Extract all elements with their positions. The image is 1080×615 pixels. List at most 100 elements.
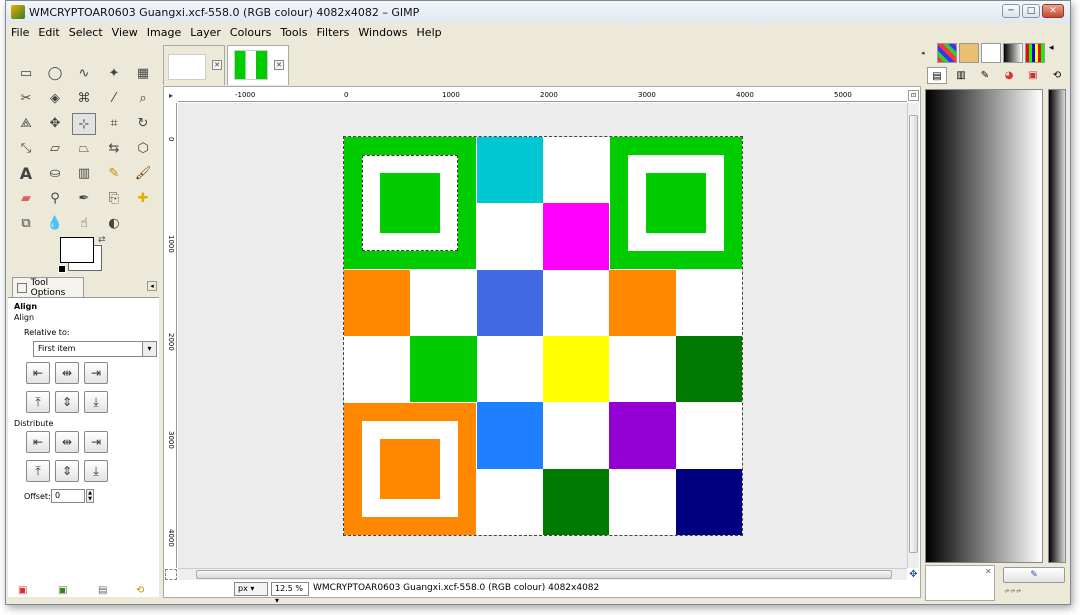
image-tab-1[interactable]: ✕: [163, 45, 225, 85]
ellipse-select-icon[interactable]: ◯: [43, 63, 67, 85]
horizontal-scrollbar[interactable]: [178, 568, 907, 580]
perspective-icon[interactable]: ⏢: [72, 138, 96, 160]
align-top-button[interactable]: ⤒: [26, 391, 50, 413]
smudge-icon[interactable]: ☝: [72, 213, 96, 235]
scissors-icon[interactable]: ✂: [14, 88, 38, 110]
shear-icon[interactable]: ▱: [43, 138, 67, 160]
distribute-center-button[interactable]: ⇹: [55, 431, 79, 453]
blend-icon[interactable]: ▥: [72, 163, 96, 185]
tab-pointer[interactable]: [981, 43, 1001, 63]
offset-stepper[interactable]: ▲ ▼: [86, 489, 94, 503]
scroll-thumb[interactable]: [909, 115, 918, 553]
crop-icon[interactable]: ⌗: [102, 113, 126, 135]
vertical-ruler[interactable]: 0 1000 2000 3000 4000: [165, 103, 177, 568]
select-by-color-icon[interactable]: ▦: [131, 63, 155, 85]
edit-brush-button[interactable]: ✎: [1003, 567, 1065, 583]
maximize-button[interactable]: □: [1022, 4, 1040, 18]
menu-edit[interactable]: Edit: [38, 26, 59, 39]
restore-options-icon[interactable]: ▣: [58, 585, 70, 597]
save-options-icon[interactable]: ▣: [18, 585, 30, 597]
canvas-area[interactable]: [178, 103, 907, 568]
default-colors-icon[interactable]: [58, 265, 66, 273]
flip-icon[interactable]: ⇆: [102, 138, 126, 160]
menu-filters[interactable]: Filters: [316, 26, 349, 39]
foreground-color-swatch[interactable]: [60, 237, 94, 263]
image-canvas[interactable]: [343, 136, 743, 536]
paintbrush-icon[interactable]: 🖌: [131, 163, 155, 185]
distribute-left-button[interactable]: ⇤: [26, 431, 50, 453]
tab-palettes[interactable]: [1025, 43, 1045, 63]
dock-menu-icon[interactable]: ◂: [147, 281, 157, 291]
layers-icon[interactable]: ▤: [927, 67, 947, 84]
colormap-icon[interactable]: ◕: [999, 67, 1019, 84]
text-tool-icon[interactable]: A: [14, 163, 38, 185]
horizontal-ruler[interactable]: -1000 0 1000 2000 3000 4000 5000: [178, 90, 907, 102]
measure-icon[interactable]: ⟁: [14, 113, 38, 135]
dock-scrollbar[interactable]: [1067, 89, 1070, 563]
zoom-select[interactable]: 12.5 % ▾: [271, 582, 309, 604]
menu-colours[interactable]: Colours: [230, 26, 271, 39]
free-select-icon[interactable]: ∿: [72, 63, 96, 85]
pencil-icon[interactable]: ✎: [102, 163, 126, 185]
chevron-down-icon[interactable]: ▾: [142, 342, 156, 356]
chevron-right-icon[interactable]: ▸: [165, 90, 177, 101]
align-center-button[interactable]: ⇹: [55, 362, 79, 384]
menu-file[interactable]: File: [11, 26, 29, 39]
tab-tool-options[interactable]: Tool Options: [12, 277, 84, 298]
bucket-fill-icon[interactable]: ⛀: [43, 163, 67, 185]
clone-icon[interactable]: ⎘: [102, 188, 126, 210]
image-tab-2[interactable]: ✕: [227, 45, 289, 85]
reset-options-icon[interactable]: ⟲: [136, 585, 148, 597]
align-bottom-button[interactable]: ⤓: [84, 391, 108, 413]
tab-brushes[interactable]: [959, 43, 979, 63]
channels-icon[interactable]: ▥: [951, 67, 971, 84]
close-icon[interactable]: ✕: [212, 60, 222, 70]
distribute-top-button[interactable]: ⤒: [26, 460, 50, 482]
eraser-icon[interactable]: ▰: [14, 188, 38, 210]
navigate-icon[interactable]: ✥: [908, 569, 919, 580]
align-left-button[interactable]: ⇤: [26, 362, 50, 384]
unit-select[interactable]: px ▾: [234, 582, 268, 596]
align-right-button[interactable]: ⇥: [84, 362, 108, 384]
rotate-icon[interactable]: ↻: [131, 113, 155, 135]
fg-bg-colors[interactable]: ⇄: [58, 235, 108, 275]
fuzzy-select-icon[interactable]: ✦: [102, 63, 126, 85]
menu-tools[interactable]: Tools: [280, 26, 307, 39]
tab-gradients[interactable]: [1003, 43, 1023, 63]
close-icon[interactable]: ✕: [985, 567, 992, 576]
offset-input[interactable]: 0: [51, 489, 85, 503]
perspective-clone-icon[interactable]: ⧉: [14, 213, 38, 235]
gradient-preview[interactable]: [925, 89, 1043, 563]
zoom-fit-icon[interactable]: ⊡: [908, 90, 919, 101]
swap-colors-icon[interactable]: ⇄: [98, 235, 106, 245]
rect-select-icon[interactable]: ▭: [14, 63, 38, 85]
blur-icon[interactable]: 💧: [43, 213, 67, 235]
menu-layer[interactable]: Layer: [190, 26, 221, 39]
align-middle-button[interactable]: ⇕: [55, 391, 79, 413]
dodge-burn-icon[interactable]: ◐: [102, 213, 126, 235]
menu-help[interactable]: Help: [417, 26, 442, 39]
histogram-icon[interactable]: ▣: [1023, 67, 1043, 84]
heal-icon[interactable]: ✚: [131, 188, 155, 210]
airbrush-icon[interactable]: ⚲: [43, 188, 67, 210]
relative-to-select[interactable]: First item ▾: [33, 341, 157, 357]
cage-transform-icon[interactable]: ⬡: [131, 138, 155, 160]
paths-icon[interactable]: ⌘: [72, 88, 96, 110]
gradient-list[interactable]: [1048, 89, 1066, 563]
ink-icon[interactable]: ✒: [72, 188, 96, 210]
menu-select[interactable]: Select: [69, 26, 103, 39]
distribute-bottom-button[interactable]: ⤓: [84, 460, 108, 482]
dock-menu-icon[interactable]: ◂: [1049, 43, 1061, 63]
close-button[interactable]: ✕: [1042, 4, 1064, 18]
scroll-thumb[interactable]: [196, 570, 892, 579]
delete-options-icon[interactable]: ▤: [98, 585, 110, 597]
menu-windows[interactable]: Windows: [358, 26, 407, 39]
tab-patterns[interactable]: [937, 43, 957, 63]
vertical-scrollbar[interactable]: [907, 103, 919, 568]
color-picker-icon[interactable]: ⁄: [102, 88, 126, 110]
move-icon[interactable]: ✥: [43, 113, 67, 135]
minimize-button[interactable]: ─: [1002, 4, 1020, 18]
quick-mask-icon[interactable]: [165, 569, 177, 580]
align-icon[interactable]: ⊹: [72, 113, 96, 135]
menu-view[interactable]: View: [112, 26, 138, 39]
